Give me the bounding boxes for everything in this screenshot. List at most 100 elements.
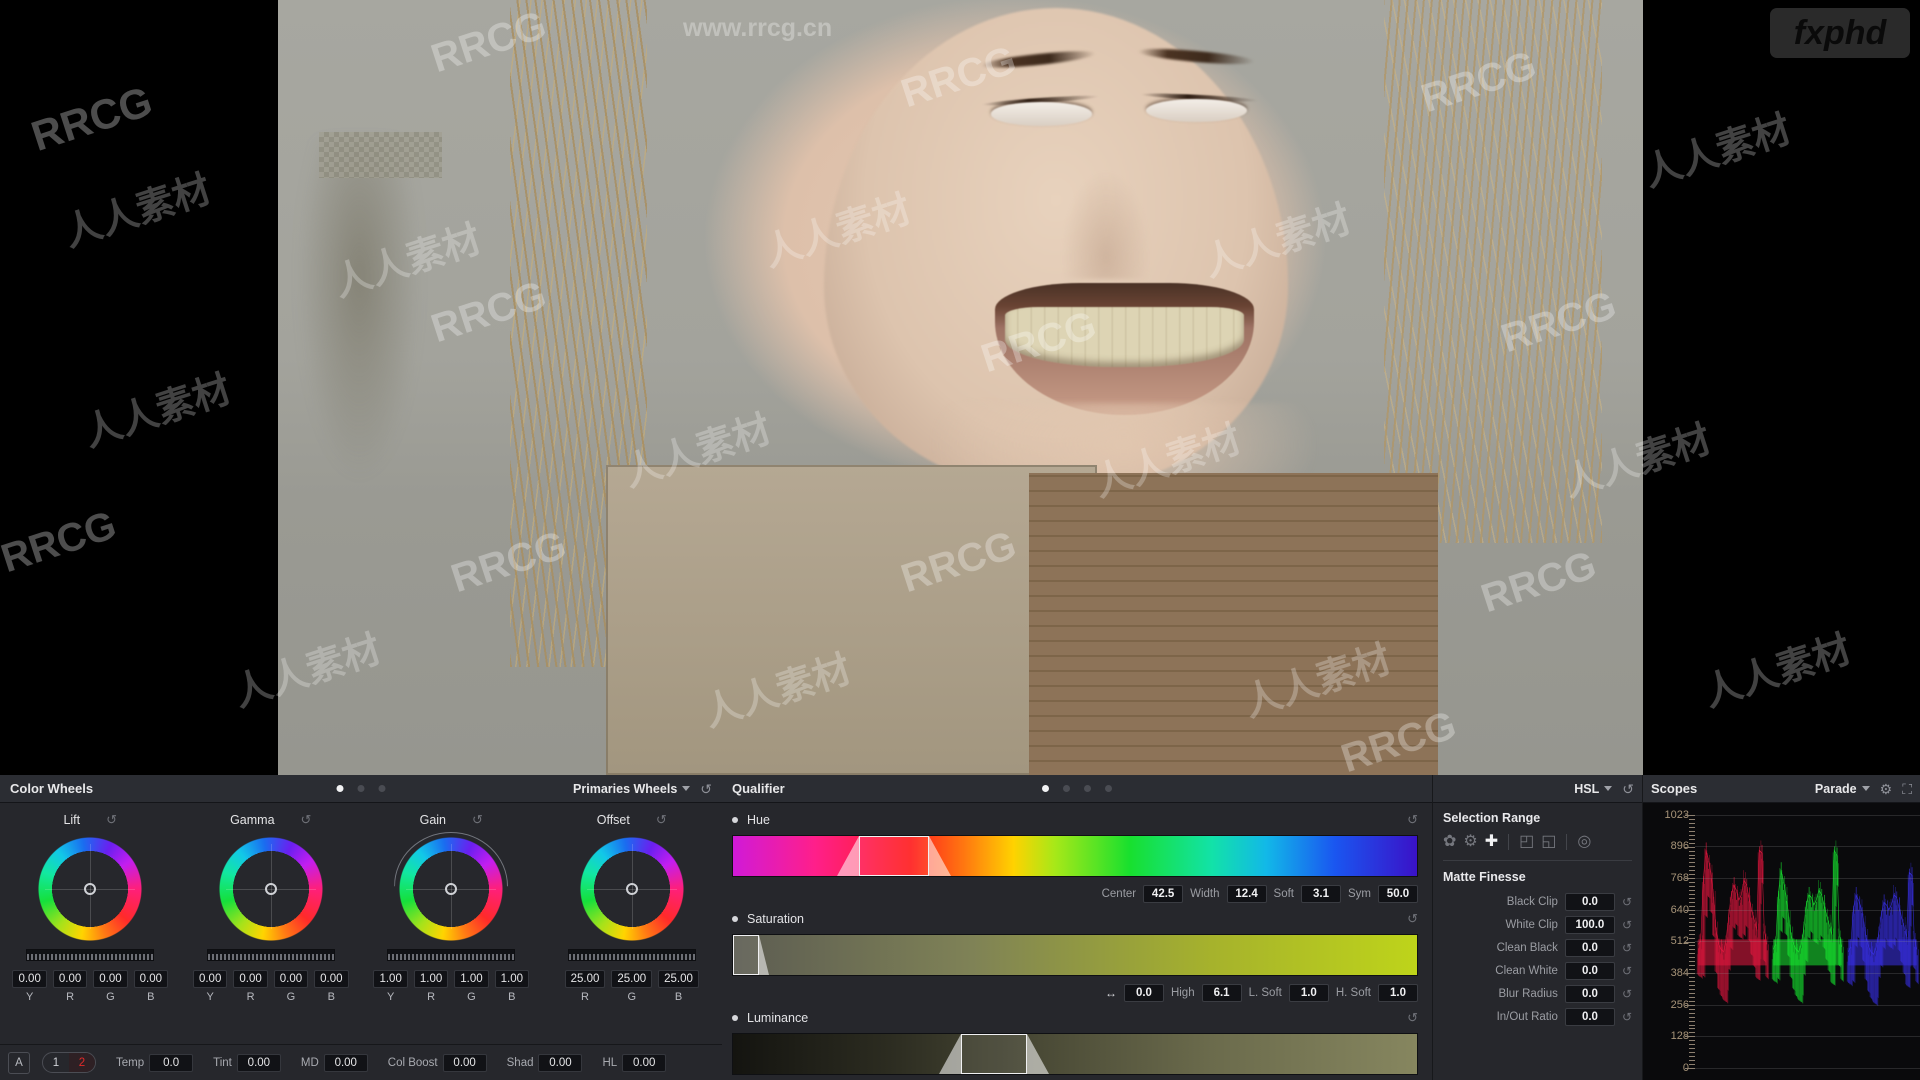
picker-icon[interactable]: ✿ <box>1443 834 1456 850</box>
inout-ratio-reset-icon[interactable]: ↺ <box>1622 1010 1632 1024</box>
wheel-gain-value-b-box[interactable]: 1.00 <box>494 970 530 988</box>
luminance-selection-box[interactable] <box>961 1034 1027 1074</box>
saturation-reset-icon[interactable]: ↺ <box>1407 911 1418 927</box>
wheel-offset-value-g-box[interactable]: 25.00 <box>611 970 653 988</box>
black-clip-reset-icon[interactable]: ↺ <box>1622 895 1632 909</box>
wheel-gain-value-r-box[interactable]: 1.00 <box>413 970 449 988</box>
expand-icon[interactable]: ⛶ <box>1902 782 1912 796</box>
wheel-offset-reset-icon[interactable]: ↺ <box>656 812 667 828</box>
hue-selection-box[interactable] <box>859 836 929 876</box>
wheel-gamma-value-r-box[interactable]: 0.00 <box>233 970 268 988</box>
picker-plus-icon[interactable]: ✚ <box>1485 834 1498 850</box>
wheel-lift-master-slider[interactable] <box>26 948 155 961</box>
clean-white-reset-icon[interactable]: ↺ <box>1622 964 1632 978</box>
wheel-lift-value-r-box[interactable]: 0.00 <box>52 970 88 988</box>
blur-radius-value[interactable]: 0.0 <box>1564 985 1615 1003</box>
inout-ratio-value[interactable]: 0.0 <box>1564 1008 1615 1026</box>
softness-plus-icon[interactable]: ◱ <box>1541 834 1556 850</box>
wheel-lift-value-b-box[interactable]: 0.00 <box>133 970 169 988</box>
wheel-lift-control[interactable] <box>37 835 144 942</box>
tint-value[interactable]: 0.00 <box>236 1053 281 1072</box>
saturation-soft-high-handle[interactable] <box>759 935 769 975</box>
wheel-offset-value-b-box[interactable]: 25.00 <box>658 970 699 988</box>
temp-value[interactable]: 0.0 <box>149 1053 194 1072</box>
primaries-mode-selector[interactable]: Primaries Wheels <box>573 782 691 796</box>
saturation-link-icon[interactable]: ↔ <box>1105 986 1117 1000</box>
white-clip-value[interactable]: 100.0 <box>1564 916 1615 934</box>
wheel-gain-reset-icon[interactable]: ↺ <box>472 812 483 828</box>
hue-soft-high-handle[interactable] <box>929 836 951 876</box>
qualifier-page-dots[interactable] <box>1042 785 1112 792</box>
reset-all-icon[interactable]: ↺ <box>700 782 712 796</box>
saturation-enable-toggle[interactable] <box>732 916 738 922</box>
saturation-lsoft-value[interactable]: 1.0 <box>1288 984 1329 1002</box>
hue-soft-low-handle[interactable] <box>837 836 859 876</box>
wheel-offset-handle[interactable] <box>625 882 638 895</box>
md-value[interactable]: 0.00 <box>323 1053 368 1072</box>
auto-balance-button[interactable]: A <box>8 1051 30 1074</box>
hue-width-value[interactable]: 12.4 <box>1226 885 1267 903</box>
wheel-gain-value-y-box[interactable]: 1.00 <box>373 970 408 988</box>
wheel-gamma-handle[interactable] <box>264 882 277 895</box>
saturation-high-value[interactable]: 6.1 <box>1201 984 1242 1002</box>
wheel-gamma-value-y-box[interactable]: 0.00 <box>192 970 228 988</box>
clean-black-reset-icon[interactable]: ↺ <box>1622 941 1632 955</box>
clean-white-value[interactable]: 0.0 <box>1564 962 1615 980</box>
clean-black-value[interactable]: 0.0 <box>1564 939 1615 957</box>
wheel-gain-control[interactable] <box>394 831 509 942</box>
hue-enable-toggle[interactable] <box>732 817 738 823</box>
luminance-soft-low-handle[interactable] <box>939 1034 961 1074</box>
shad-value[interactable]: 0.00 <box>538 1053 583 1072</box>
qualifier-reset-icon[interactable]: ↺ <box>1622 782 1634 796</box>
page-dot-2[interactable] <box>357 785 365 792</box>
wheel-lift-value-y-box[interactable]: 0.00 <box>12 970 47 988</box>
wheel-gain-master-slider[interactable] <box>387 948 516 961</box>
wheel-lift-value-g-box[interactable]: 0.00 <box>93 970 128 988</box>
hl-value[interactable]: 0.00 <box>622 1053 667 1072</box>
luminance-reset-icon[interactable]: ↺ <box>1407 1010 1418 1026</box>
qualifier-mode-selector[interactable]: HSL <box>1574 782 1613 796</box>
qualifier-page-dot-1[interactable] <box>1042 785 1049 792</box>
wheel-gamma-reset-icon[interactable]: ↺ <box>301 812 312 828</box>
qualifier-page-dot-4[interactable] <box>1105 785 1112 792</box>
wheel-lift-reset-icon[interactable]: ↺ <box>106 812 117 828</box>
hue-reset-icon[interactable]: ↺ <box>1407 812 1418 828</box>
version-toggle[interactable]: 1 2 <box>42 1052 96 1073</box>
wheel-gamma-master-slider[interactable] <box>206 948 335 961</box>
scope-mode-selector[interactable]: Parade <box>1815 782 1870 796</box>
page-dot-1[interactable] <box>336 785 344 792</box>
qualifier-page-dot-3[interactable] <box>1084 785 1091 792</box>
saturation-selection-box[interactable] <box>733 935 759 975</box>
version-2-button[interactable]: 2 <box>69 1053 95 1072</box>
hue-range-bar[interactable] <box>732 835 1418 877</box>
picker-minus-icon[interactable]: ⚙ <box>1463 834 1477 850</box>
wheel-gain-value-g-box[interactable]: 1.00 <box>454 970 489 988</box>
version-1-button[interactable]: 1 <box>43 1053 69 1072</box>
black-clip-value[interactable]: 0.0 <box>1564 893 1615 911</box>
luminance-range-bar[interactable] <box>732 1033 1418 1075</box>
white-clip-reset-icon[interactable]: ↺ <box>1622 918 1632 932</box>
scope-settings-icon[interactable]: ⚙ <box>1880 782 1893 796</box>
scopes-body[interactable]: 10238967686405123842561280 <box>1643 803 1920 1080</box>
wheel-gamma-value-g-box[interactable]: 0.00 <box>273 970 309 988</box>
qualifier-page-dot-2[interactable] <box>1063 785 1070 792</box>
page-dot-3[interactable] <box>378 785 386 792</box>
hue-center-value[interactable]: 42.5 <box>1143 885 1184 903</box>
wheel-offset-control[interactable] <box>578 835 685 942</box>
wheel-gamma-control[interactable] <box>217 835 324 942</box>
hue-sym-value[interactable]: 50.0 <box>1378 885 1418 903</box>
blur-radius-reset-icon[interactable]: ↺ <box>1622 987 1632 1001</box>
viewer-image[interactable]: www.rrcg.cn <box>278 0 1643 775</box>
color-wheels-page-dots[interactable] <box>336 785 386 792</box>
luminance-soft-high-handle[interactable] <box>1027 1034 1049 1074</box>
saturation-range-bar[interactable] <box>732 934 1418 976</box>
softness-minus-icon[interactable]: ◰ <box>1519 834 1534 850</box>
invert-nodes-icon[interactable]: ◎ <box>1577 834 1591 850</box>
wheel-offset-master-slider[interactable] <box>567 948 696 961</box>
saturation-low-value[interactable]: 0.0 <box>1123 984 1164 1002</box>
luminance-enable-toggle[interactable] <box>732 1015 738 1021</box>
col-boost-value[interactable]: 0.00 <box>442 1053 487 1072</box>
saturation-hsoft-value[interactable]: 1.0 <box>1378 984 1418 1002</box>
wheel-gamma-value-b-box[interactable]: 0.00 <box>314 970 349 988</box>
hue-soft-value[interactable]: 3.1 <box>1301 885 1341 903</box>
